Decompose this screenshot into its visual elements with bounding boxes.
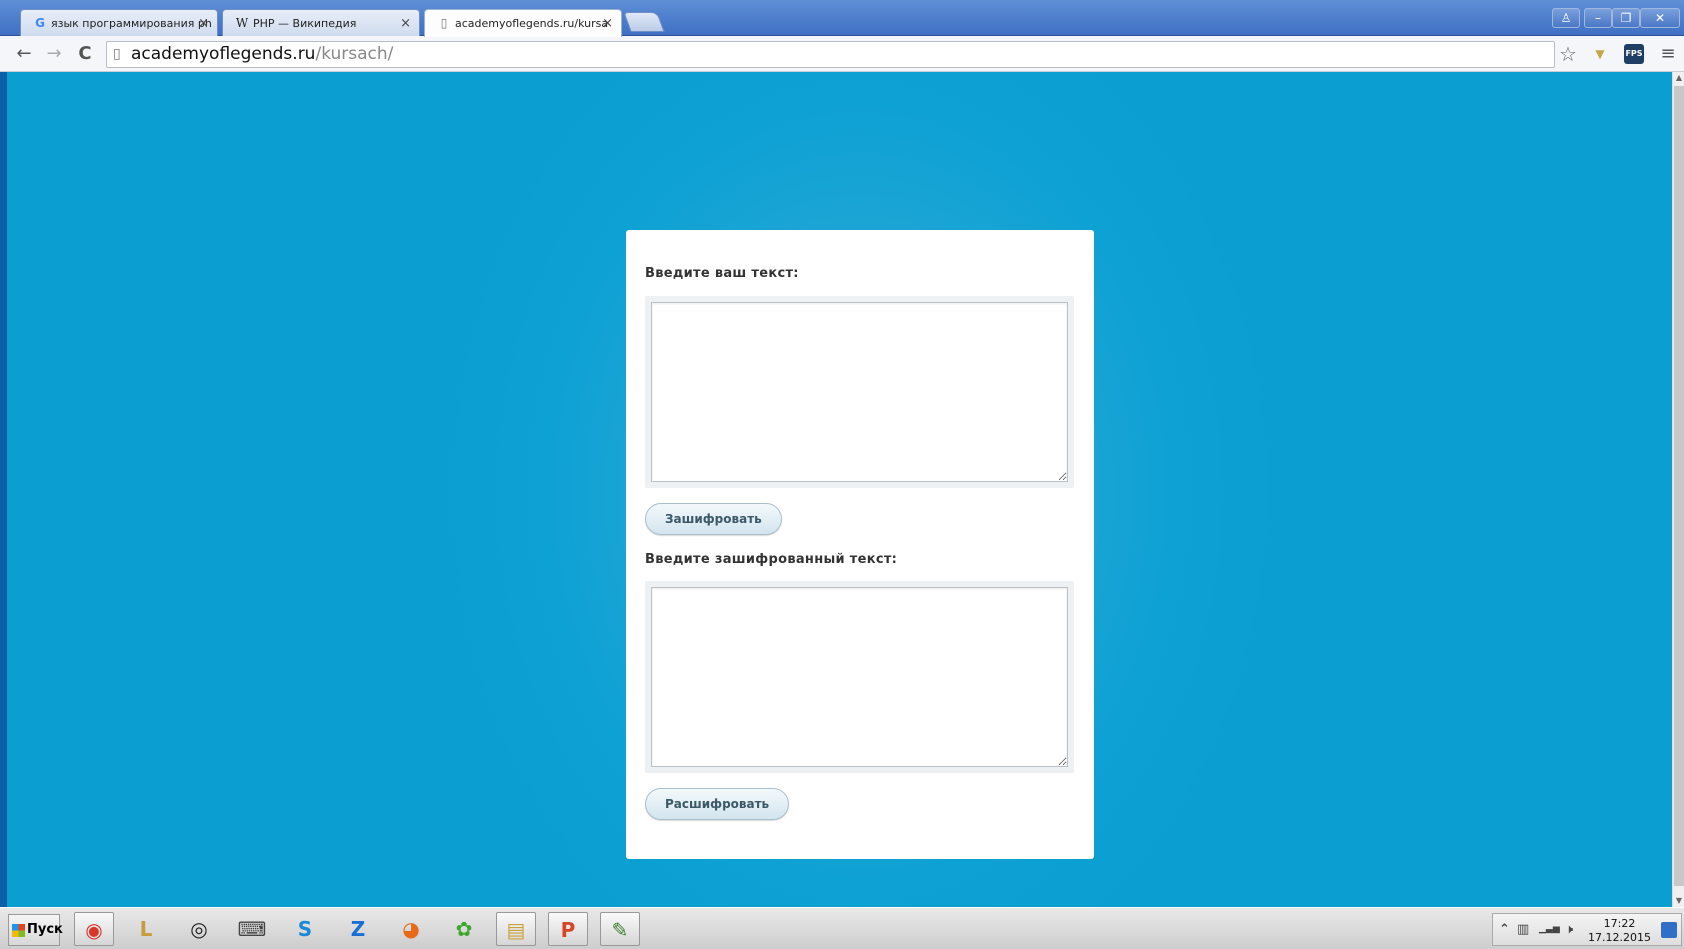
cipher-form-card: Введите ваш текст: Зашифровать Введите з…	[626, 230, 1094, 859]
windows-taskbar: Пуск ◉ L ◎ ⌨ S Z ◕ ✿ ▤ P ✎ ⌃ ▥ ▁▃▅ 🕨 17:22 17.12.2…	[0, 907, 1684, 949]
zona-icon-glyph: Z	[350, 917, 366, 941]
fps-extension-icon[interactable]: FPS	[1624, 44, 1644, 64]
bookmark-star-icon[interactable]: ☆	[1558, 44, 1578, 64]
back-arrow-icon[interactable]: ←	[12, 42, 36, 66]
powerpoint-icon-glyph: P	[560, 918, 576, 942]
clock-date: 17.12.2015	[1588, 931, 1651, 944]
system-tray: ⌃ ▥ ▁▃▅ 🕨 17:22 17.12.2015	[1492, 913, 1682, 946]
address-bar[interactable]: ▯ academyoflegends.ru/kursach/	[106, 41, 1555, 68]
obs-icon[interactable]: ◎	[179, 912, 219, 946]
close-icon[interactable]: ×	[602, 10, 613, 37]
powerpoint-icon[interactable]: P	[548, 912, 588, 946]
close-icon[interactable]: ×	[198, 10, 209, 36]
notepad-chart-icon-glyph: ✎	[611, 918, 629, 942]
cipher-text-input[interactable]	[651, 587, 1068, 767]
clock[interactable]: 17:22 17.12.2015	[1588, 917, 1651, 945]
page-icon: ▯	[113, 46, 121, 62]
volume-muted-icon[interactable]: 🕨	[1565, 922, 1573, 937]
page-viewport: Введите ваш текст: Зашифровать Введите з…	[7, 72, 1672, 907]
url-path: /kursach/	[315, 44, 394, 64]
firefox-icon[interactable]: ◕	[391, 912, 431, 946]
cipher-text-label: Введите зашифрованный текст:	[645, 552, 898, 567]
close-window-button[interactable]: ✕	[1640, 8, 1680, 28]
url-host: academyoflegends.ru	[131, 44, 316, 64]
new-tab-button[interactable]	[623, 12, 665, 32]
obs-icon-glyph: ◎	[190, 917, 208, 941]
forward-arrow-icon[interactable]: →	[42, 42, 66, 66]
signal-icon[interactable]: ▁▃▅	[1539, 924, 1560, 934]
user-profile-button[interactable]: ♙	[1552, 8, 1580, 28]
windows-logo-icon	[12, 924, 25, 937]
clock-time: 17:22	[1603, 917, 1636, 930]
tab-academyoflegends[interactable]: ▯ academyoflegends.ru/kursa ×	[424, 9, 622, 37]
close-icon[interactable]: ×	[400, 10, 411, 36]
league-of-legends-icon[interactable]: L	[126, 912, 166, 946]
menu-icon[interactable]: ≡	[1658, 44, 1678, 64]
icq-icon-glyph: ✿	[455, 917, 473, 941]
shield-extension-icon[interactable]: ▼	[1590, 44, 1610, 64]
network-device-icon[interactable]: ▥	[1517, 922, 1529, 937]
restore-button[interactable]: ❐	[1612, 8, 1640, 28]
cipher-text-wrap	[645, 581, 1074, 773]
wikipedia-icon: W	[235, 16, 249, 30]
minimize-button[interactable]: –	[1584, 8, 1612, 28]
zona-icon[interactable]: Z	[338, 912, 378, 946]
scrollbar-thumb[interactable]	[1674, 86, 1684, 886]
tab-wikipedia[interactable]: W PHP — Википедия ×	[222, 9, 420, 36]
google-icon: G	[35, 16, 45, 30]
keyboard-app-icon-glyph: ⌨	[237, 917, 267, 941]
browser-toolbar: ← → C ▯ academyoflegends.ru/kursach/ ☆ ▼ …	[0, 36, 1684, 72]
chrome-icon-glyph: ◉	[85, 918, 103, 942]
notepad-chart-icon[interactable]: ✎	[600, 912, 640, 946]
reload-icon[interactable]: C	[73, 42, 97, 66]
icq-icon[interactable]: ✿	[444, 912, 484, 946]
file-manager-icon[interactable]: ▤	[496, 912, 536, 946]
encrypt-button[interactable]: Зашифровать	[645, 503, 782, 535]
plain-text-wrap	[645, 296, 1074, 488]
file-manager-icon-glyph: ▤	[506, 918, 526, 942]
skype-icon-glyph: S	[297, 917, 313, 941]
show-hidden-icons-icon[interactable]: ⌃	[1499, 922, 1510, 937]
vertical-scrollbar[interactable]: ▲ ▼	[1672, 72, 1684, 907]
page-icon: ▯	[440, 16, 448, 30]
start-button[interactable]: Пуск	[8, 914, 63, 946]
chrome-icon[interactable]: ◉	[74, 912, 114, 946]
league-of-legends-icon-glyph: L	[139, 917, 153, 941]
skype-icon[interactable]: S	[285, 912, 325, 946]
scroll-down-icon[interactable]: ▼	[1673, 895, 1684, 907]
keyboard-app-icon[interactable]: ⌨	[232, 912, 272, 946]
browser-tab-bar: Gязык программирования ph × W PHP — Викип…	[0, 0, 1684, 37]
plain-text-input[interactable]	[651, 302, 1068, 482]
tab-label: язык программирования ph	[51, 17, 212, 30]
firefox-icon-glyph: ◕	[402, 917, 420, 941]
tab-label: PHP — Википедия	[253, 17, 357, 30]
show-desktop-icon[interactable]	[1661, 922, 1677, 938]
tab-label: academyoflegends.ru/kursa	[455, 17, 609, 30]
scroll-up-icon[interactable]: ▲	[1673, 72, 1684, 84]
decrypt-button[interactable]: Расшифровать	[645, 788, 790, 820]
plain-text-label: Введите ваш текст:	[645, 266, 799, 281]
tab-google-search[interactable]: Gязык программирования ph ×	[20, 9, 218, 36]
start-label: Пуск	[27, 922, 63, 937]
